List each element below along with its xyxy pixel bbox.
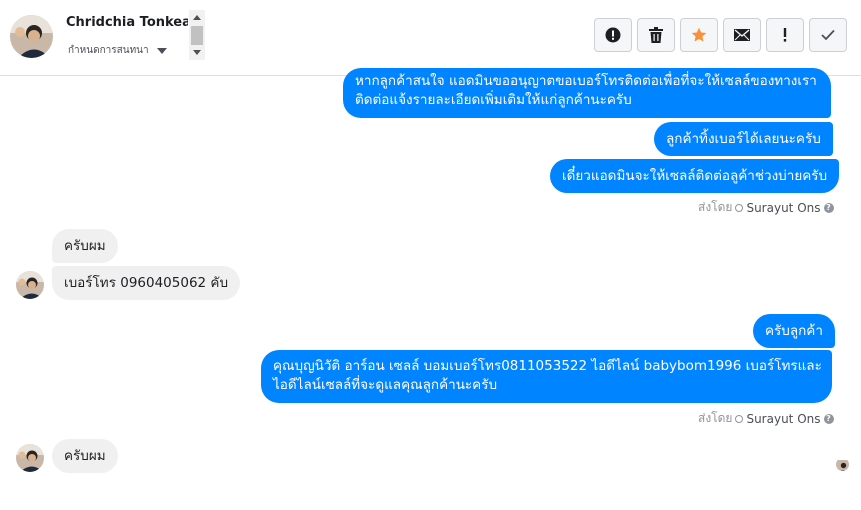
mark-unread-button[interactable] <box>723 18 761 52</box>
conversation-toolbar <box>594 18 847 52</box>
incoming-message[interactable]: ครับผม <box>52 439 118 473</box>
page-icon <box>735 203 744 212</box>
sent-by-label: ส่งโดย Surayut Ons ? <box>698 198 834 217</box>
incoming-message[interactable]: เบอร์โทร 0960405062 คับ <box>52 266 241 300</box>
outgoing-message[interactable]: ลูกค้าทิ้งเบอร์ได้เลยนะครับ <box>654 122 833 156</box>
alert-circle-icon <box>605 27 621 43</box>
outgoing-message[interactable]: หากลูกค้าสนใจ แอดมินขออนุญาตขอเบอร์โทรติ… <box>343 68 831 118</box>
message-text: ครับผม <box>64 448 106 464</box>
trash-icon <box>649 27 663 43</box>
page-icon <box>735 414 744 423</box>
outgoing-message[interactable]: เดี๋ยวแอดมินจะให้เซลล์ติดต่อลูค้าช่วงบ่า… <box>550 159 840 193</box>
header-scrollbar[interactable] <box>189 10 205 60</box>
help-icon[interactable]: ? <box>823 202 834 213</box>
outgoing-message[interactable]: ครับลูกค้า <box>753 314 835 348</box>
scroll-up-arrow-icon[interactable] <box>193 15 201 20</box>
scroll-down-arrow-icon[interactable] <box>193 50 201 55</box>
sender-name[interactable]: Surayut Ons <box>746 201 820 215</box>
seen-indicator-avatar <box>836 458 849 471</box>
sender-name[interactable]: Surayut Ons <box>746 412 820 426</box>
message-text-line: ไอดีไลน์เซลล์ที่จะดูแลคุณลูกค้านะครับ <box>273 377 498 393</box>
mark-done-button[interactable] <box>809 18 847 52</box>
envelope-icon <box>734 29 750 41</box>
conversation-schedule-dropdown[interactable]: กำหนดการสนทนา <box>68 43 167 58</box>
message-text-line: ติดต่อแจ้งรายละเอียดเพิ่มเติมให้แก่ลูกค้… <box>355 92 632 108</box>
contact-name: Chridchia Tonkeaw <box>66 15 188 30</box>
star-icon <box>691 27 707 42</box>
message-text: เดี๋ยวแอดมินจะให้เซลล์ติดต่อลูค้าช่วงบ่า… <box>562 168 828 184</box>
scroll-thumb[interactable] <box>191 26 203 45</box>
message-text: ครับผม <box>64 238 106 254</box>
contact-avatar[interactable] <box>10 15 53 58</box>
star-button[interactable] <box>680 18 718 52</box>
follow-up-button[interactable] <box>766 18 804 52</box>
contact-avatar-small[interactable] <box>16 444 44 472</box>
outgoing-message[interactable]: คุณบุญนิวัติ อาร์อน เซลล์ บอมเบอร์โทร081… <box>261 350 832 403</box>
sent-by-label: ส่งโดย Surayut Ons ? <box>698 409 834 428</box>
help-icon[interactable]: ? <box>823 413 834 424</box>
check-icon <box>821 29 835 41</box>
incoming-message[interactable]: ครับผม <box>52 229 118 263</box>
mark-spam-button[interactable] <box>594 18 632 52</box>
caret-down-icon <box>156 47 167 54</box>
message-text-line: คุณบุญนิวัติ อาร์อน เซลล์ บอมเบอร์โทร081… <box>273 358 822 374</box>
conversation-header: Chridchia Tonkeaw กำหนดการสนทนา <box>0 0 861 76</box>
exclamation-icon <box>783 28 787 42</box>
delete-button[interactable] <box>637 18 675 52</box>
schedule-label: กำหนดการสนทนา <box>68 45 149 56</box>
contact-avatar-small[interactable] <box>16 271 44 299</box>
message-text: ครับลูกค้า <box>765 323 823 339</box>
message-text: ลูกค้าทิ้งเบอร์ได้เลยนะครับ <box>666 131 821 147</box>
message-text-line: หากลูกค้าสนใจ แอดมินขออนุญาตขอเบอร์โทรติ… <box>355 73 817 89</box>
message-text: เบอร์โทร 0960405062 คับ <box>64 275 229 291</box>
